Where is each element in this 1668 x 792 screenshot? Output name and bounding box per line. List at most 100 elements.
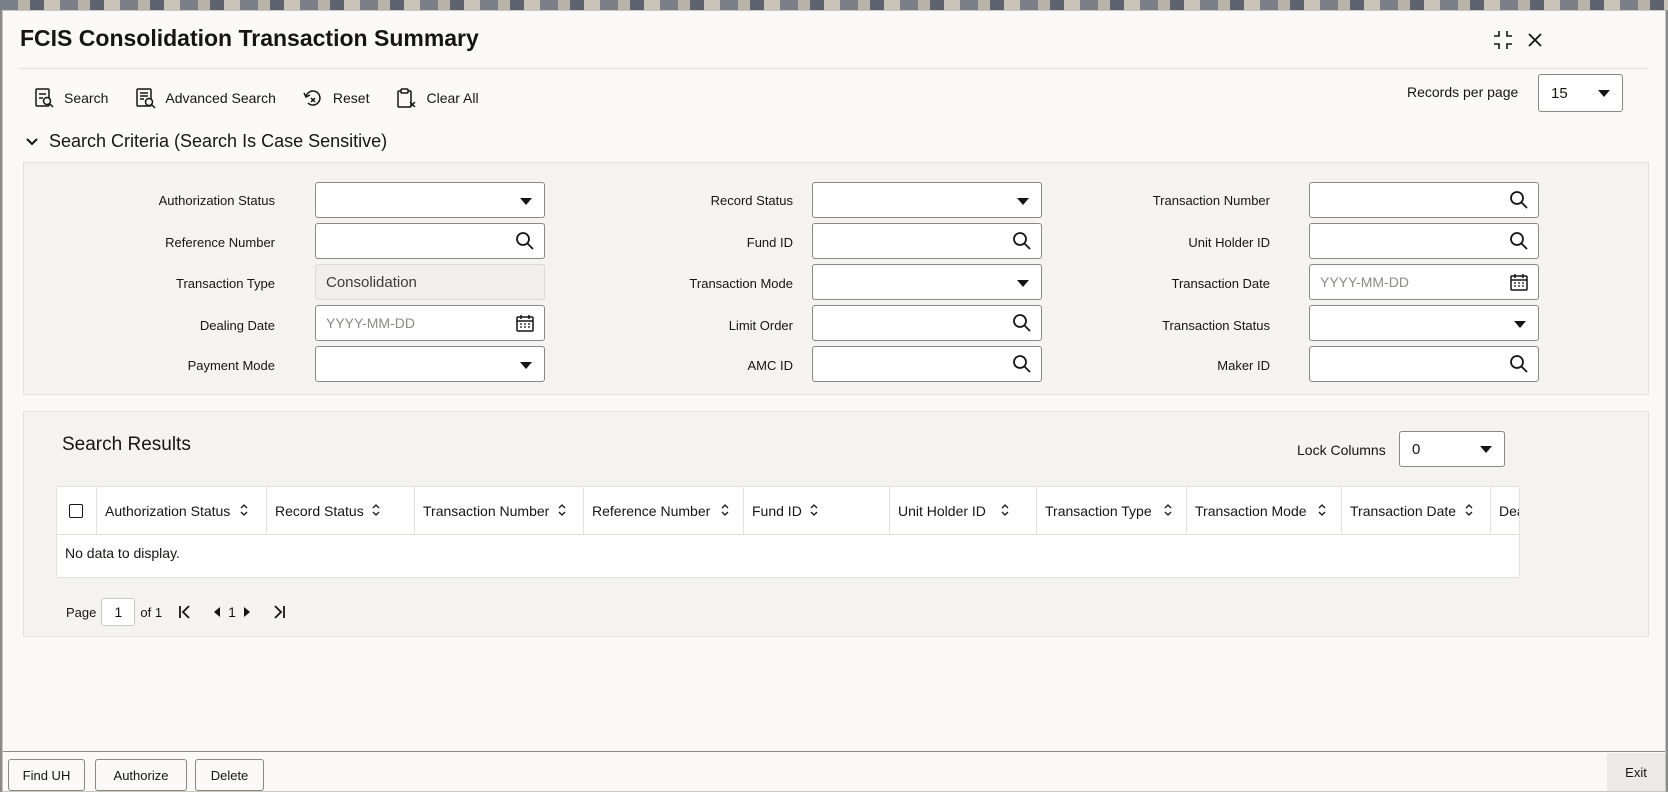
page-number-input[interactable]: 1 [101,598,136,626]
column-header[interactable]: Authorization Status [97,487,267,535]
sort-icon[interactable] [1163,503,1173,517]
search-icon[interactable] [1509,190,1529,210]
next-page-button[interactable] [238,603,256,621]
calendar-icon[interactable] [515,313,535,333]
search-icon[interactable] [1509,354,1529,374]
title-divider [20,68,1648,69]
select-all-cell [57,487,97,535]
lock-columns-label: Lock Columns [1297,442,1386,458]
calendar-icon[interactable] [1509,272,1529,292]
page-of-label: of 1 [140,604,163,620]
empty-message: No data to display. [65,545,180,561]
column-header-label: Transaction Mode [1195,503,1307,519]
close-button[interactable] [1522,27,1548,53]
authorize-label: Authorize [113,767,169,783]
chevron-down-icon [1514,321,1526,328]
advanced-search-label: Advanced Search [165,90,276,106]
current-page[interactable]: 1 [228,604,236,620]
sort-icon[interactable] [239,503,249,517]
reset-button[interactable]: Reset [302,87,369,109]
column-header[interactable]: Fund ID [744,487,890,535]
column-header[interactable]: Record Status [267,487,415,535]
transaction-date-placeholder: YYYY-MM-DD [1320,274,1409,290]
chevron-down-icon [520,198,532,205]
search-results-title: Search Results [62,434,191,455]
fund-id-field[interactable] [812,223,1042,259]
search-button[interactable]: Search [33,87,108,109]
previous-page-button[interactable] [208,603,226,621]
search-icon[interactable] [1509,231,1529,251]
column-header[interactable]: Transaction Mode [1187,487,1342,535]
payment-mode-label: Payment Mode [187,358,275,373]
chevron-down-icon [520,362,532,369]
search-doc-icon [35,88,54,108]
caret-left-icon [214,607,221,617]
column-header[interactable]: Reference Number [584,487,744,535]
sort-icon[interactable] [371,503,381,517]
find-uh-button[interactable]: Find UH [8,759,85,791]
last-page-button[interactable] [270,603,288,621]
column-header-label: Transaction Type [1045,503,1152,519]
reference-number-label: Reference Number [165,235,275,250]
page-number-value: 1 [114,604,123,620]
lock-columns-select[interactable]: 0 [1399,431,1505,467]
authorize-button[interactable]: Authorize [95,759,187,791]
search-icon[interactable] [1012,231,1032,251]
authorization-status-select[interactable] [315,182,545,218]
column-header[interactable]: Dea [1491,487,1519,535]
first-page-button[interactable] [176,603,194,621]
column-header[interactable]: Unit Holder ID [890,487,1037,535]
column-header[interactable]: Transaction Date [1342,487,1491,535]
sort-icon[interactable] [809,503,819,517]
transaction-number-field[interactable] [1309,182,1539,218]
transaction-mode-select[interactable] [812,264,1042,300]
dealing-date-field[interactable]: YYYY-MM-DD [315,305,545,341]
unit-holder-id-label: Unit Holder ID [1188,235,1270,250]
last-page-icon [274,605,285,619]
column-header-label: Unit Holder ID [898,503,986,519]
maker-id-field[interactable] [1309,346,1539,382]
search-icon[interactable] [1012,313,1032,333]
advanced-search-button[interactable]: Advanced Search [134,87,276,109]
toolbar: Search Advanced Search Reset Clear All [33,81,479,115]
unit-holder-id-field[interactable] [1309,223,1539,259]
transaction-type-field: Consolidation [315,264,545,300]
chevron-down-icon [1598,90,1610,97]
transaction-status-select[interactable] [1309,305,1539,341]
clipboard-clear-icon [397,88,416,108]
record-status-label: Record Status [710,193,793,208]
column-header[interactable]: Transaction Number [415,487,584,535]
record-status-select[interactable] [812,182,1042,218]
limit-order-field[interactable] [812,305,1042,341]
transaction-type-label: Transaction Type [176,276,275,291]
column-header-label: Reference Number [592,503,711,519]
chevron-down-icon [1480,446,1492,453]
records-per-page-select[interactable]: 15 [1538,74,1623,112]
transaction-date-field[interactable]: YYYY-MM-DD [1309,264,1539,300]
amc-id-field[interactable] [812,346,1042,382]
sort-icon[interactable] [557,503,567,517]
transaction-mode-label: Transaction Mode [689,276,793,291]
search-criteria-header: Search Criteria (Search Is Case Sensitiv… [49,131,388,151]
search-icon[interactable] [1012,354,1032,374]
records-per-page-label: Records per page [1407,84,1519,100]
reference-number-field[interactable] [315,223,545,259]
sort-icon[interactable] [1464,503,1474,517]
fund-id-label: Fund ID [746,235,793,250]
column-header[interactable]: Transaction Type [1037,487,1187,535]
delete-button[interactable]: Delete [195,759,264,791]
column-header-label: Transaction Number [423,503,550,519]
sort-icon[interactable] [1000,503,1010,517]
maximize-button[interactable] [1490,27,1516,53]
column-header-label: Fund ID [752,503,802,519]
exit-button[interactable]: Exit [1607,753,1665,791]
payment-mode-select[interactable] [315,346,545,382]
search-criteria-toggle[interactable]: Search Criteria (Search Is Case Sensitiv… [25,131,387,152]
select-all-checkbox[interactable] [69,504,83,518]
column-header-label: Dea [1499,503,1519,519]
dealing-date-label: Dealing Date [199,318,275,333]
clear-all-button[interactable]: Clear All [395,87,479,109]
search-icon[interactable] [515,231,535,251]
sort-icon[interactable] [1317,503,1327,517]
sort-icon[interactable] [720,503,730,517]
